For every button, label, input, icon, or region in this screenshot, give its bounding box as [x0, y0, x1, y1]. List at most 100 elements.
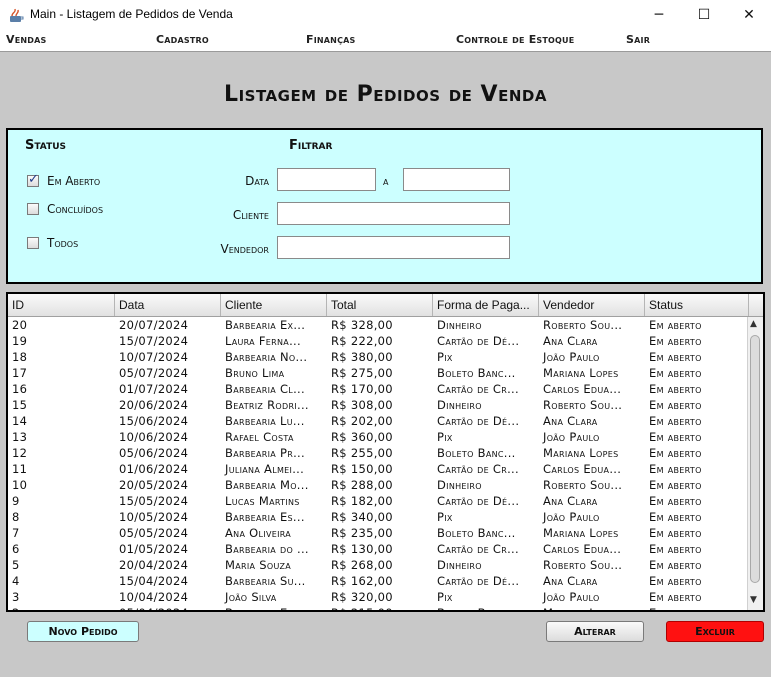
date-from-field[interactable] — [277, 168, 376, 191]
minimize-button[interactable]: ─ — [636, 0, 682, 30]
table-row[interactable]: 18 10/07/2024 Barbearia No... R$ 380,00 Pix J… — [8, 349, 748, 365]
table-row[interactable]: 16 01/07/2024 Barbearia Cl... R$ 170,00 Cart… — [8, 381, 748, 397]
table-cell: Boleto Banc... — [437, 446, 516, 460]
table-row[interactable]: 4 15/04/2024 Barbearia Su... R$ 162,00 Cartã… — [8, 573, 748, 589]
table-cell: R$ 275,00 — [331, 366, 393, 380]
table-cell: Ana Clara — [543, 494, 598, 508]
table-cell: Pix — [437, 590, 453, 604]
table-cell: Bruno Lima — [225, 366, 285, 380]
table-row[interactable]: 20 20/07/2024 Barbearia Ex... R$ 328,00 Dinh… — [8, 317, 748, 333]
edit-button[interactable]: Alterar — [546, 621, 644, 642]
table-cell: 14 — [12, 414, 28, 428]
table-cell: 05/07/2024 — [119, 366, 189, 380]
close-window-button[interactable]: ✕ — [726, 0, 771, 30]
table-cell: 20/05/2024 — [119, 478, 189, 492]
java-app-icon — [10, 8, 24, 22]
delete-button[interactable]: Excluir — [666, 621, 764, 642]
maximize-button[interactable]: ☐ — [681, 0, 727, 30]
table-cell: Em aberto — [645, 605, 749, 610]
table-cell: 16 — [12, 382, 28, 396]
table-row[interactable]: 10 20/05/2024 Barbearia Mo... R$ 288,00 Dinh… — [8, 477, 748, 493]
menu-controle-estoque[interactable]: Controle de Estoque — [456, 33, 574, 46]
column-header-forma-pagamento[interactable]: Forma de Paga... — [433, 294, 539, 316]
table-cell: 5 — [12, 558, 20, 572]
table-cell: João Silva — [225, 590, 277, 604]
table-cell: Ana Oliveira — [225, 526, 292, 540]
scroll-down-icon[interactable]: ▼ — [750, 595, 757, 605]
table-cell: R$ 360,00 — [331, 430, 393, 444]
table-cell: 4 — [12, 574, 20, 588]
table-cell: 15/05/2024 — [119, 494, 189, 508]
table-row[interactable]: 13 10/06/2024 Rafael Costa R$ 360,00 Pix João… — [8, 429, 748, 445]
table-cell: Em aberto — [649, 542, 702, 556]
table-row[interactable]: 15 20/06/2024 Beatriz Rodri... R$ 308,00 Din… — [8, 397, 748, 413]
table-cell: Em aberto — [649, 350, 702, 364]
table-row[interactable]: 3 10/04/2024 João Silva R$ 320,00 Pix João Pa… — [8, 589, 748, 605]
filter-panel: Status Filtrar ✓ Em Aberto Concluídos To… — [6, 128, 763, 284]
table-cell: R$ 150,00 — [331, 462, 393, 476]
table-cell: 05/04/2024 — [115, 605, 221, 610]
table-cell: 2 — [8, 605, 115, 610]
table-cell: 20 — [12, 318, 28, 332]
menu-sair[interactable]: Sair — [626, 33, 650, 46]
column-header-data[interactable]: Data — [115, 294, 221, 316]
menu-cadastro[interactable]: Cadastro — [156, 33, 209, 46]
table-cell: Mariana Lopes — [539, 605, 645, 610]
checkbox-box — [27, 203, 39, 215]
date-to-field[interactable] — [403, 168, 510, 191]
table-row[interactable]: 5 20/04/2024 Maria Souza R$ 268,00 Dinheiro R… — [8, 557, 748, 573]
table-cell: 01/06/2024 — [119, 462, 189, 476]
menu-vendas[interactable]: Vendas — [6, 33, 46, 46]
client-field[interactable] — [277, 202, 510, 225]
table-row[interactable]: 8 10/05/2024 Barbearia Es... R$ 340,00 Pix Jo… — [8, 509, 748, 525]
table-row[interactable]: 14 15/06/2024 Barbearia Lu... R$ 202,00 Cart… — [8, 413, 748, 429]
status-em-aberto-checkbox[interactable]: ✓ Em Aberto — [27, 172, 101, 188]
status-todos-checkbox[interactable]: Todos — [27, 236, 78, 250]
seller-field[interactable] — [277, 236, 510, 259]
table-cell: Em aberto — [649, 558, 702, 572]
table-cell: Em aberto — [649, 446, 702, 460]
table-cell: Dinheiro — [437, 398, 482, 412]
table-cell: R$ 320,00 — [331, 590, 393, 604]
table-cell: Em aberto — [649, 574, 702, 588]
date-separator: a — [383, 174, 389, 188]
column-header-cliente[interactable]: Cliente — [221, 294, 327, 316]
table-cell: Em aberto — [649, 414, 702, 428]
menu-financas[interactable]: Finanças — [306, 33, 356, 46]
checkmark-icon: ✓ — [28, 172, 39, 187]
checkbox-label: Em Aberto — [47, 174, 101, 188]
table-cell: Em aberto — [649, 494, 702, 508]
table-row[interactable]: 17 05/07/2024 Bruno Lima R$ 275,00 Boleto Ba… — [8, 365, 748, 381]
table-cell: Em aberto — [649, 590, 702, 604]
table-row[interactable]: 6 01/05/2024 Barbearia do ... R$ 130,00 Cart… — [8, 541, 748, 557]
scrollbar-thumb[interactable] — [750, 335, 760, 583]
column-header-id[interactable]: ID — [8, 294, 115, 316]
table-cell: Cartão de Cr... — [437, 462, 519, 476]
vertical-scrollbar[interactable]: ▲ ▼ — [747, 317, 763, 610]
minimize-icon: ─ — [654, 7, 664, 23]
new-order-button[interactable]: Novo Pedido — [27, 621, 139, 642]
table-row[interactable]: 7 05/05/2024 Ana Oliveira R$ 235,00 Boleto B… — [8, 525, 748, 541]
table-cell: R$ 328,00 — [331, 318, 393, 332]
status-concluidos-checkbox[interactable]: Concluídos — [27, 202, 103, 216]
table-row[interactable]: 12 05/06/2024 Barbearia Pr... R$ 255,00 Bole… — [8, 445, 748, 461]
table-cell: Cartão de Dé... — [437, 334, 520, 348]
table-cell: 10/07/2024 — [119, 350, 189, 364]
table-cell: 17 — [12, 366, 28, 380]
table-cell: Em aberto — [649, 398, 702, 412]
table-cell: Em aberto — [649, 366, 702, 380]
table-cell: R$ 255,00 — [331, 446, 393, 460]
column-header-total[interactable]: Total — [327, 294, 433, 316]
table-row[interactable]: 11 01/06/2024 Juliana Almei... R$ 150,00 Car… — [8, 461, 748, 477]
column-header-status[interactable]: Status — [645, 294, 749, 316]
table-row[interactable]: 9 15/05/2024 Lucas Martins R$ 182,00 Cartão … — [8, 493, 748, 509]
table-row[interactable]: 205/04/2024Barbearia El...R$ 215,00Bolet… — [8, 605, 749, 610]
column-header-vendedor[interactable]: Vendedor — [539, 294, 645, 316]
orders-table[interactable]: ID Data Cliente Total Forma de Paga... V… — [6, 292, 765, 612]
table-cell: Dinheiro — [437, 558, 482, 572]
scroll-up-icon[interactable]: ▲ — [750, 319, 757, 329]
table-row[interactable]: 19 15/07/2024 Laura Ferna... R$ 222,00 Cartã… — [8, 333, 748, 349]
table-cell: Lucas Martins — [225, 494, 300, 508]
table-cell: Ana Clara — [543, 334, 598, 348]
menu-bar: Vendas Cadastro Finanças Controle de Est… — [0, 30, 771, 52]
